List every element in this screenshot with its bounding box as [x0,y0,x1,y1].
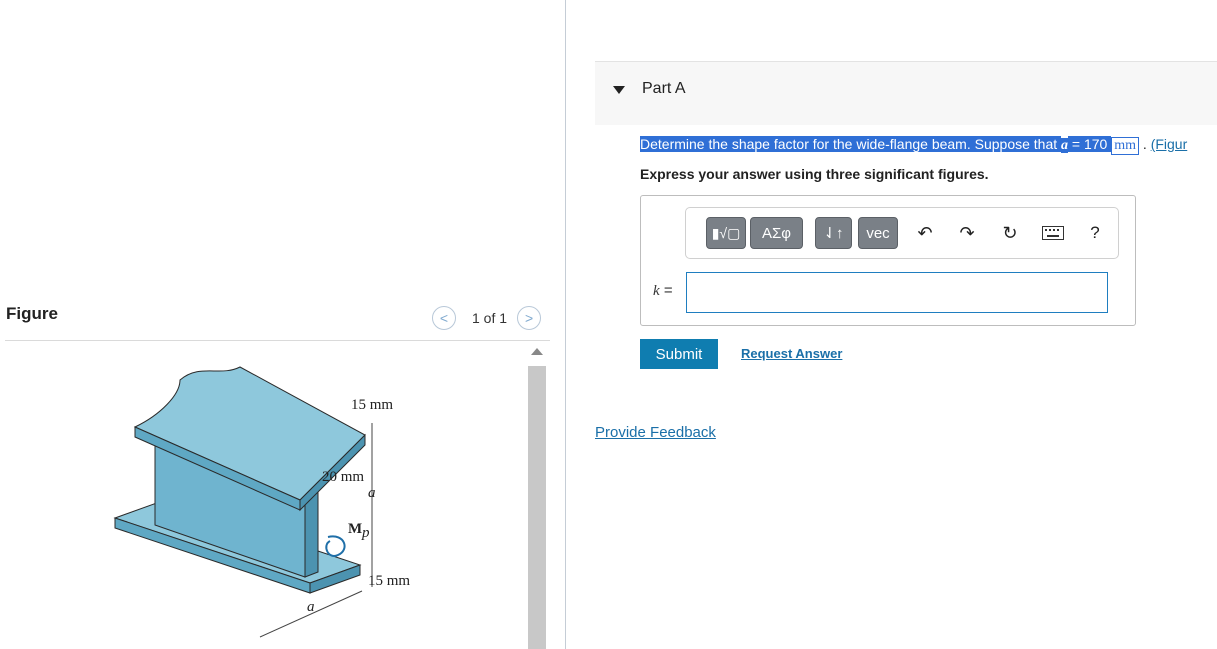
part-title: Part A [642,80,686,97]
wide-flange-beam-figure: 15 mm 20 mm a M p 15 mm a [113,366,410,638]
request-answer-link[interactable]: Request Answer [741,346,842,361]
previous-figure-button[interactable]: < [432,306,456,330]
math-toolbar: ▮√▢ ΑΣφ ⇃↑ vec ↶ ↷ ↻ ? [685,207,1119,259]
answer-box: ▮√▢ ΑΣφ ⇃↑ vec ↶ ↷ ↻ ? k = [640,195,1136,326]
moment-label: M [348,521,362,537]
question-value: = 170 [1068,136,1112,152]
moment-subscript: p [361,525,370,541]
figure-link[interactable]: (Figur [1151,136,1188,152]
undo-icon[interactable]: ↶ [912,220,938,246]
figure-panel: Figure < 1 of 1 > 15 mm 20 mm a M p 15 m… [0,0,565,649]
question-unit: mm [1111,137,1140,155]
figure-label: Figure [6,304,58,323]
dimension-web: 20 mm [322,469,364,485]
part-header[interactable]: Part A [595,61,1217,125]
scroll-thumb[interactable] [528,366,546,649]
figure-divider [5,340,550,341]
scroll-up-arrow-icon[interactable] [531,348,543,355]
provide-feedback-link[interactable]: Provide Feedback [595,424,716,441]
figure-scrollbar[interactable] [526,344,548,649]
answer-input[interactable] [686,272,1108,313]
panel-divider [565,0,566,649]
next-figure-button[interactable]: > [517,306,542,330]
answer-variable: k [653,283,660,299]
question-suffix: . [1139,136,1151,152]
templates-button[interactable]: ▮√▢ [706,217,746,249]
figure-count: 1 of 1 [472,310,508,326]
answer-variable-label: k = [653,282,673,300]
keyboard-icon[interactable] [1038,220,1068,246]
redo-icon[interactable]: ↷ [954,220,980,246]
collapse-caret-icon[interactable] [613,86,625,94]
instruction-text: Express your answer using three signific… [640,166,989,182]
greek-symbols-button[interactable]: ΑΣφ [750,217,803,249]
question-variable: a [1061,138,1069,153]
question-prefix: Determine the shape factor for the wide-… [640,136,1062,152]
figure-pager: < 1 of 1 > [432,306,542,330]
reset-icon[interactable]: ↻ [997,220,1023,246]
dimension-bottom-flange: 15 mm [368,573,410,589]
question-text: Determine the shape factor for the wide-… [640,136,1187,155]
answer-equals: = [659,282,673,299]
vector-button[interactable]: vec [858,217,898,249]
dimension-a-right: a [368,485,376,501]
dimension-top-flange: 15 mm [351,397,393,413]
help-button[interactable]: ? [1082,220,1108,246]
submit-button[interactable]: Submit [640,339,718,369]
arrows-button[interactable]: ⇃↑ [815,217,852,249]
dimension-a-bottom: a [307,599,315,615]
